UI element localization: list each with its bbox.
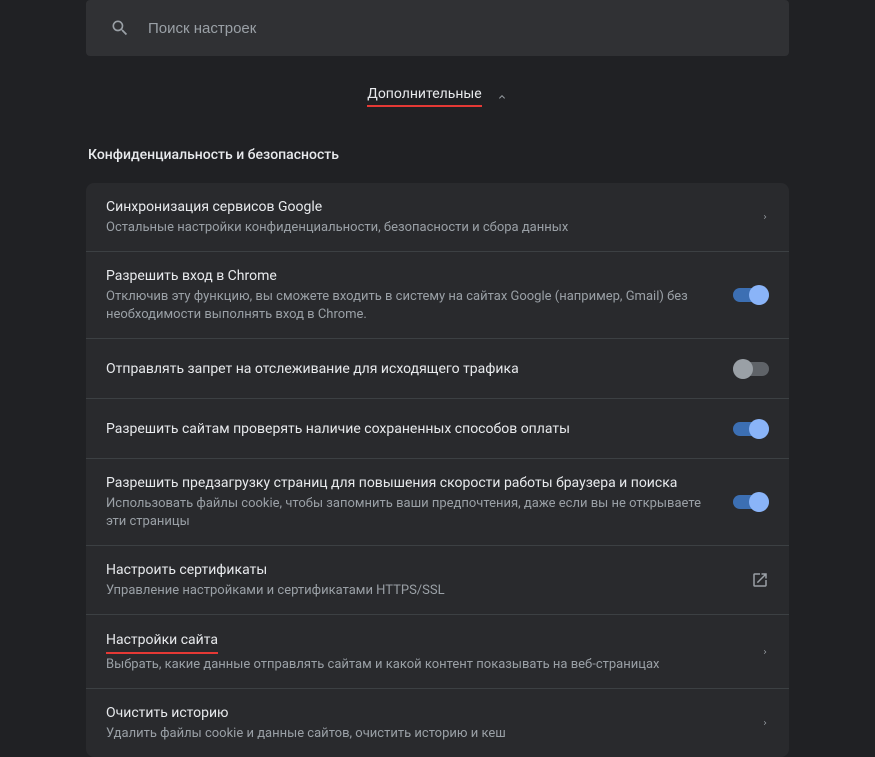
setting-title: Настройки сайта bbox=[106, 630, 218, 654]
chevron-up-icon bbox=[496, 91, 508, 103]
external-link-icon bbox=[751, 571, 769, 589]
setting-title: Разрешить сайтам проверять наличие сохра… bbox=[106, 419, 717, 439]
toggle-switch[interactable] bbox=[733, 362, 769, 376]
setting-subtitle: Управление настройками и сертификатами H… bbox=[106, 582, 735, 600]
setting-title: Разрешить вход в Chrome bbox=[106, 266, 717, 286]
advanced-toggle[interactable]: Дополнительные bbox=[0, 86, 875, 107]
search-bar[interactable] bbox=[86, 0, 789, 56]
toggle-switch[interactable] bbox=[733, 288, 769, 302]
toggle-switch[interactable] bbox=[733, 422, 769, 436]
search-input[interactable] bbox=[148, 20, 765, 37]
toggle-switch[interactable] bbox=[733, 495, 769, 509]
settings-card: Синхронизация сервисов Google Остальные н… bbox=[86, 183, 789, 757]
setting-title: Синхронизация сервисов Google bbox=[106, 197, 745, 217]
setting-row[interactable]: Настроить сертификаты Управление настройк… bbox=[86, 546, 789, 615]
setting-row[interactable]: Настройки сайта Выбрать, какие данные отп… bbox=[86, 615, 789, 689]
setting-subtitle: Использовать файлы cookie, чтобы запомни… bbox=[106, 495, 717, 531]
setting-row[interactable]: Разрешить предзагрузку страниц для повыш… bbox=[86, 459, 789, 546]
setting-title: Очистить историю bbox=[106, 703, 745, 723]
advanced-label: Дополнительные bbox=[367, 86, 481, 107]
setting-title: Разрешить предзагрузку страниц для повыш… bbox=[106, 473, 717, 493]
setting-row[interactable]: Синхронизация сервисов Google Остальные н… bbox=[86, 183, 789, 252]
setting-subtitle: Остальные настройки конфиденциальности, … bbox=[106, 219, 745, 237]
setting-row[interactable]: Разрешить вход в ChromeОтключив эту функ… bbox=[86, 252, 789, 339]
setting-subtitle: Отключив эту функцию, вы сможете входить… bbox=[106, 288, 717, 324]
setting-row[interactable]: Отправлять запрет на отслеживание для ис… bbox=[86, 339, 789, 399]
setting-title: Отправлять запрет на отслеживание для ис… bbox=[106, 359, 717, 379]
setting-title: Настроить сертификаты bbox=[106, 560, 735, 580]
setting-subtitle: Удалить файлы cookie и данные сайтов, оч… bbox=[106, 725, 745, 743]
setting-row[interactable]: Разрешить сайтам проверять наличие сохра… bbox=[86, 399, 789, 459]
chevron-right-icon bbox=[761, 211, 769, 223]
chevron-right-icon bbox=[761, 717, 769, 729]
setting-subtitle: Выбрать, какие данные отправлять сайтам … bbox=[106, 656, 745, 674]
setting-row[interactable]: Очистить историю Удалить файлы cookie и д… bbox=[86, 689, 789, 757]
section-title: Конфиденциальность и безопасность bbox=[86, 147, 789, 163]
chevron-right-icon bbox=[761, 646, 769, 658]
search-icon bbox=[110, 18, 130, 38]
